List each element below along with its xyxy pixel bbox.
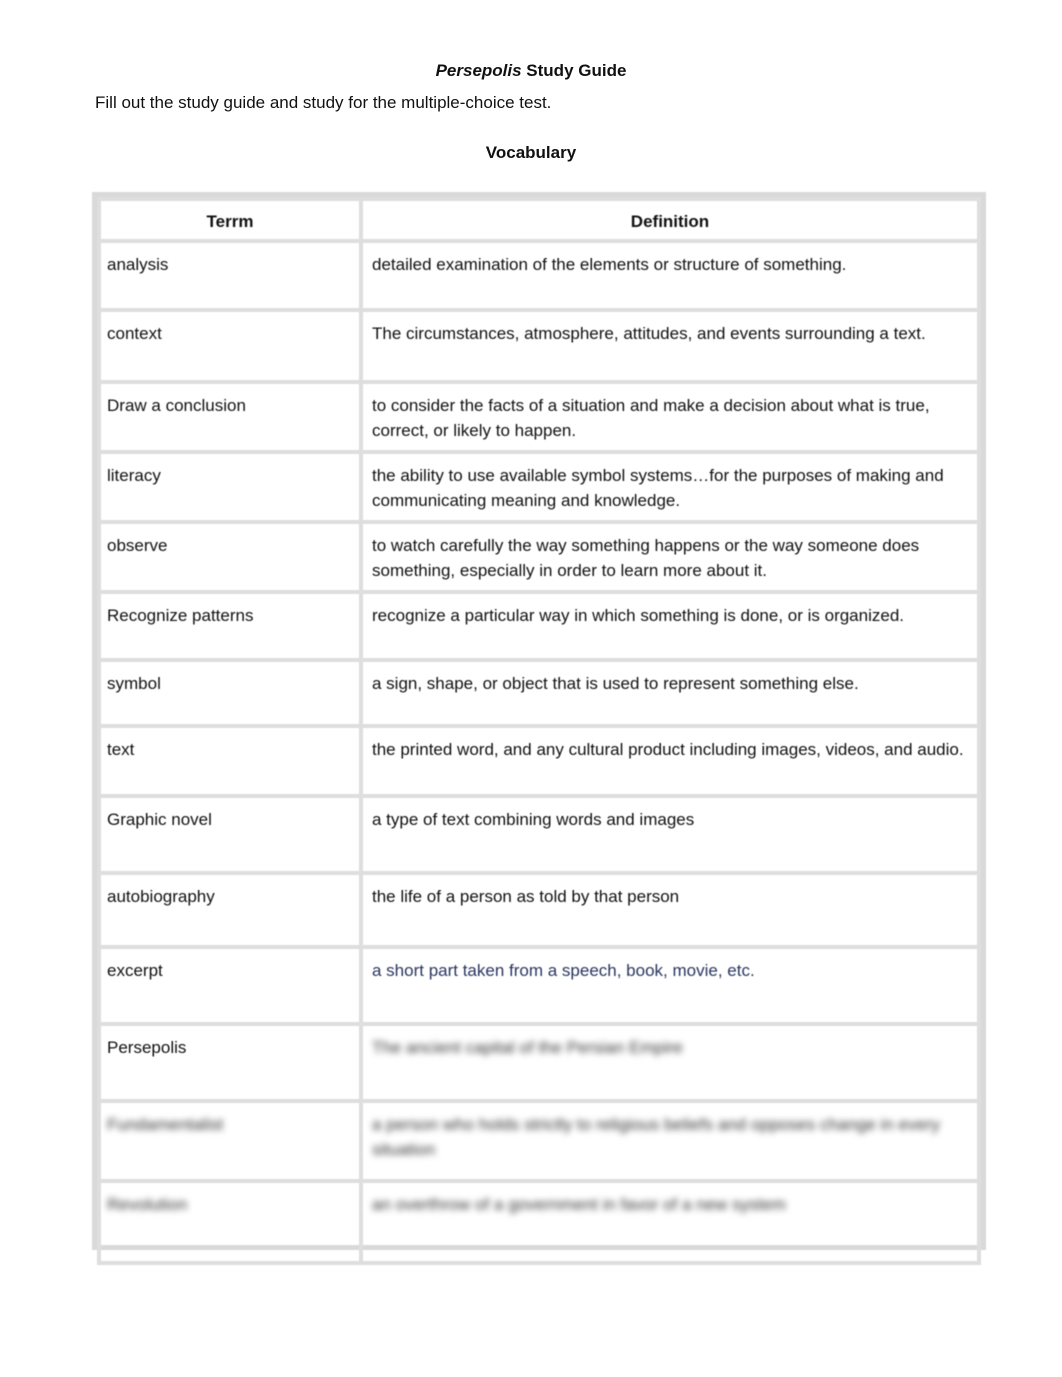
table-header-row: Terrm Definition [97, 197, 981, 243]
definition-cell: a type of text combining words and image… [359, 794, 981, 875]
term-cell: literacy [97, 450, 363, 524]
table-row: text the printed word, and any cultural … [97, 724, 981, 798]
table-row: observe to watch carefully the way somet… [97, 520, 981, 594]
term-cell: text [97, 724, 363, 798]
definition-cell: recognize a particular way in which some… [359, 590, 981, 662]
table-row: Persepolis The ancient capital of the Pe… [97, 1022, 981, 1103]
term-cell: excerpt [97, 945, 363, 1026]
definition-cell: to consider the facts of a situation and… [359, 380, 981, 454]
header-definition: Definition [359, 197, 981, 243]
definition-cell-blurred: an overthrow of a government in favor of… [359, 1179, 981, 1265]
term-cell-blurred: Revolution [97, 1179, 363, 1265]
section-heading: Vocabulary [485, 143, 577, 162]
definition-cell: the ability to use available symbol syst… [359, 450, 981, 524]
definition-cell: to watch carefully the way something hap… [359, 520, 981, 594]
term-cell: context [97, 308, 363, 384]
table-row: excerpt a short part taken from a speech… [97, 945, 981, 1026]
definition-cell: The circumstances, atmosphere, attitudes… [359, 308, 981, 384]
title-italic: Persepolis [435, 61, 522, 80]
definition-cell: a short part taken from a speech, book, … [359, 945, 981, 1026]
term-cell: autobiography [97, 871, 363, 949]
table-row: Recognize patterns recognize a particula… [97, 590, 981, 662]
table-row: Revolution an overthrow of a government … [97, 1179, 981, 1265]
term-cell: analysis [97, 239, 363, 312]
instructions: Fill out the study guide and study for t… [95, 93, 552, 112]
title-rest: Study Guide [521, 61, 627, 80]
term-cell-blurred: Fundamentalist [97, 1099, 363, 1183]
definition-cell: the printed word, and any cultural produ… [359, 724, 981, 798]
table-row: Fundamentalist a person who holds strict… [97, 1099, 981, 1183]
definition-cell: a sign, shape, or object that is used to… [359, 658, 981, 728]
term-cell: Draw a conclusion [97, 380, 363, 454]
table-row: symbol a sign, shape, or object that is … [97, 658, 981, 728]
definition-cell: detailed examination of the elements or … [359, 239, 981, 312]
header-term: Terrm [97, 197, 363, 243]
definition-cell-blurred: a person who holds strictly to religious… [359, 1099, 981, 1183]
term-cell: observe [97, 520, 363, 594]
term-cell: Persepolis [97, 1022, 363, 1103]
term-cell: Graphic novel [97, 794, 363, 875]
page-title: Persepolis Study Guide [0, 61, 1062, 81]
vocabulary-table: Terrm Definition analysis detailed exami… [92, 192, 986, 1265]
table-row: literacy the ability to use available sy… [97, 450, 981, 524]
table-row: Graphic novel a type of text combining w… [97, 794, 981, 875]
definition-cell-blurred: The ancient capital of the Persian Empir… [359, 1022, 981, 1103]
table-row: autobiography the life of a person as to… [97, 871, 981, 949]
definition-cell: the life of a person as told by that per… [359, 871, 981, 949]
table-row: analysis detailed examination of the ele… [97, 239, 981, 312]
table-row: Draw a conclusion to consider the facts … [97, 380, 981, 454]
term-cell: symbol [97, 658, 363, 728]
table-row: context The circumstances, atmosphere, a… [97, 308, 981, 384]
term-cell: Recognize patterns [97, 590, 363, 662]
